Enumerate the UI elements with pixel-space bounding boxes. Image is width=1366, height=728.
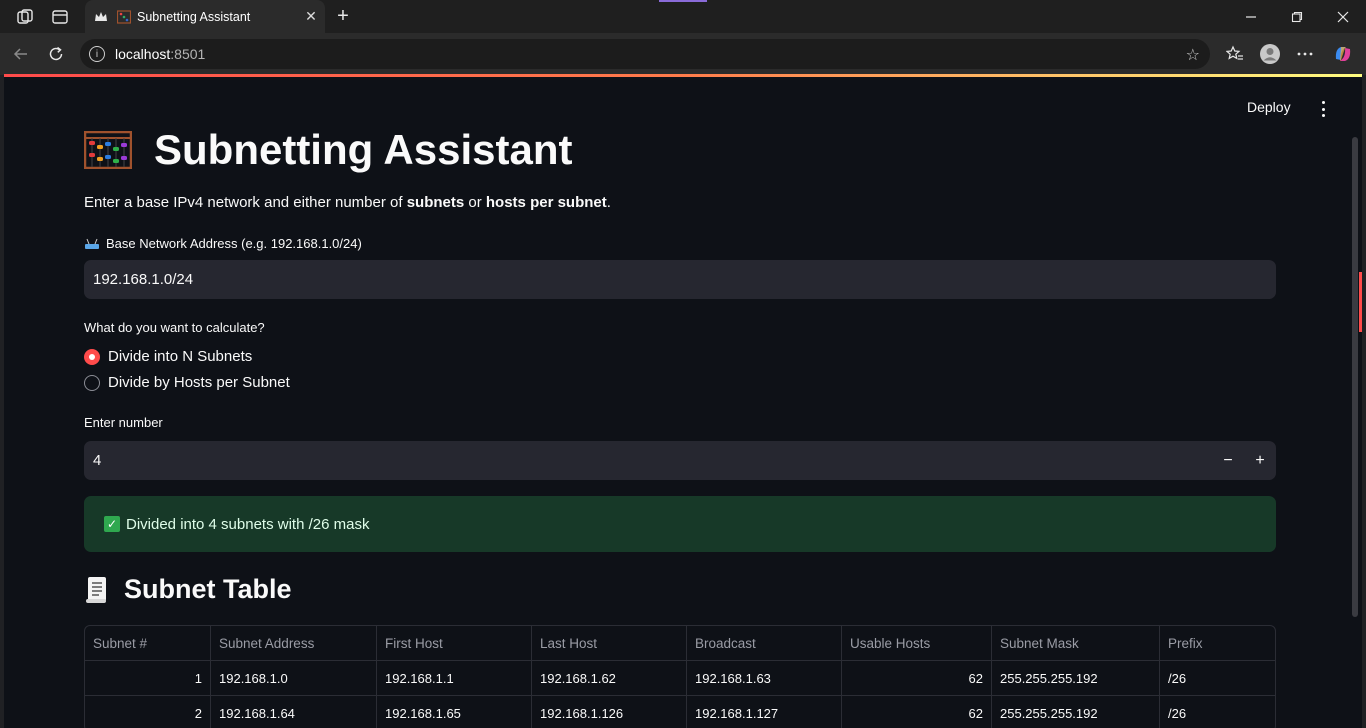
network-device-icon (85, 238, 99, 249)
table-cell[interactable]: 255.255.255.192 (992, 661, 1160, 696)
table-cell[interactable]: 192.168.1.64 (211, 696, 377, 728)
intro-suffix: . (606, 194, 611, 211)
scrollbar[interactable] (1352, 137, 1358, 617)
success-alert: ✓ Divided into 4 subnets with /26 mask (84, 496, 1276, 552)
streamlit-app: Deploy Subnetting Assistant Enter a base… (4, 77, 1362, 728)
table-cell[interactable]: 192.168.1.0 (211, 661, 377, 696)
vertical-tabs-icon[interactable] (49, 6, 71, 28)
new-tab-icon[interactable]: + (331, 4, 355, 28)
address-bar[interactable]: i localhost:8501 ☆ (80, 39, 1210, 69)
increment-button[interactable]: + (1244, 441, 1276, 480)
copilot-icon[interactable] (1330, 41, 1356, 67)
main-menu-icon[interactable] (1320, 101, 1326, 117)
number-field-label: Enter number (84, 415, 163, 430)
radio-selected-icon[interactable] (84, 348, 100, 365)
tab-title: Subnetting Assistant (137, 9, 251, 24)
deploy-button[interactable]: Deploy (1247, 99, 1291, 115)
table-cell[interactable]: 192.168.1.65 (377, 696, 532, 728)
favorite-star-icon[interactable]: ☆ (1186, 45, 1200, 65)
intro-bold-subnets: subnets (406, 194, 465, 211)
table-cell[interactable]: 62 (842, 696, 992, 728)
network-field-label: Base Network Address (e.g. 192.168.1.0/2… (84, 236, 362, 251)
table-cell[interactable]: 192.168.1.63 (687, 661, 842, 696)
number-input-value: 4 (93, 452, 102, 469)
site-info-icon[interactable]: i (89, 46, 105, 62)
url-port: :8501 (170, 46, 206, 62)
network-address-input[interactable]: 192.168.1.0/24 (84, 260, 1276, 299)
window-drag-marker (659, 0, 707, 2)
network-label-text: Base Network Address (e.g. 192.168.1.0/2… (106, 236, 362, 251)
active-tab[interactable]: Subnetting Assistant ✕ (85, 0, 325, 33)
workspaces-icon[interactable] (14, 6, 36, 28)
column-header[interactable]: Subnet Mask (992, 626, 1160, 661)
radio-option-hosts-per-subnet[interactable]: Divide by Hosts per Subnet (84, 374, 290, 391)
intro-mid: or (464, 194, 486, 211)
table-cell[interactable]: /26 (1160, 661, 1275, 696)
table-cell[interactable]: /26 (1160, 696, 1275, 728)
radio-label-n-subnets: Divide into N Subnets (108, 348, 253, 365)
close-tab-icon[interactable]: ✕ (297, 3, 325, 31)
column-header[interactable]: Broadcast (687, 626, 842, 661)
page-title-text: Subnetting Assistant (154, 126, 573, 173)
scroll-receipt-icon (86, 576, 106, 603)
browser-toolbar: i localhost:8501 ☆ (0, 33, 1366, 75)
abacus-icon (84, 131, 132, 169)
subnet-table-title: Subnet Table (124, 574, 292, 604)
table-cell[interactable]: 1 (85, 661, 211, 696)
table-cell[interactable]: 192.168.1.126 (532, 696, 687, 728)
subnet-table-heading: Subnet Table (84, 574, 292, 605)
table-cell[interactable]: 192.168.1.127 (687, 696, 842, 728)
table-cell[interactable]: 2 (85, 696, 211, 728)
decrement-button[interactable]: − (1212, 441, 1244, 480)
column-header[interactable]: Prefix (1160, 626, 1275, 661)
table-row[interactable]: 2 192.168.1.64 192.168.1.65 192.168.1.12… (85, 696, 1275, 728)
favorites-icon[interactable] (1222, 41, 1248, 67)
back-icon[interactable] (8, 41, 34, 67)
table-header-row: Subnet # Subnet Address First Host Last … (85, 626, 1275, 661)
abacus-favicon-icon (116, 9, 132, 24)
url-host: localhost (115, 46, 171, 62)
column-header[interactable]: Usable Hosts (842, 626, 992, 661)
radio-option-n-subnets[interactable]: Divide into N Subnets (84, 348, 252, 365)
table-cell[interactable]: 192.168.1.62 (532, 661, 687, 696)
browser-tab-bar: Subnetting Assistant ✕ + (0, 0, 1366, 33)
restore-icon[interactable] (1274, 0, 1320, 33)
column-header[interactable]: Subnet # (85, 626, 211, 661)
minimize-icon[interactable] (1228, 0, 1274, 33)
check-mark-icon: ✓ (104, 516, 120, 532)
table-cell[interactable]: 192.168.1.1 (377, 661, 532, 696)
column-header[interactable]: First Host (377, 626, 532, 661)
intro-prefix: Enter a base IPv4 network and either num… (84, 194, 407, 211)
number-input[interactable]: 4 − + (84, 441, 1276, 480)
network-address-value: 192.168.1.0/24 (93, 271, 194, 288)
intro-bold-hosts: hosts per subnet (485, 194, 607, 211)
calc-mode-label: What do you want to calculate? (84, 320, 265, 335)
intro-text: Enter a base IPv4 network and either num… (84, 194, 611, 211)
table-cell[interactable]: 255.255.255.192 (992, 696, 1160, 728)
subnet-table[interactable]: Subnet # Subnet Address First Host Last … (84, 625, 1276, 728)
close-window-icon[interactable] (1320, 0, 1366, 33)
refresh-icon[interactable] (43, 41, 69, 67)
scroll-indicator (1359, 272, 1362, 332)
number-stepper: − + (1212, 441, 1276, 480)
radio-label-hosts: Divide by Hosts per Subnet (108, 374, 290, 391)
success-message-text: Divided into 4 subnets with /26 mask (126, 515, 370, 533)
page-title: Subnetting Assistant (84, 125, 572, 175)
column-header[interactable]: Subnet Address (211, 626, 377, 661)
profile-avatar-icon[interactable] (1257, 41, 1283, 67)
browser-menu-icon[interactable] (1292, 41, 1318, 67)
table-row[interactable]: 1 192.168.1.0 192.168.1.1 192.168.1.62 1… (85, 661, 1275, 696)
streamlit-crown-icon (93, 9, 109, 25)
radio-unselected-icon[interactable] (84, 374, 100, 391)
url-text: localhost:8501 (115, 46, 205, 62)
column-header[interactable]: Last Host (532, 626, 687, 661)
table-cell[interactable]: 62 (842, 661, 992, 696)
